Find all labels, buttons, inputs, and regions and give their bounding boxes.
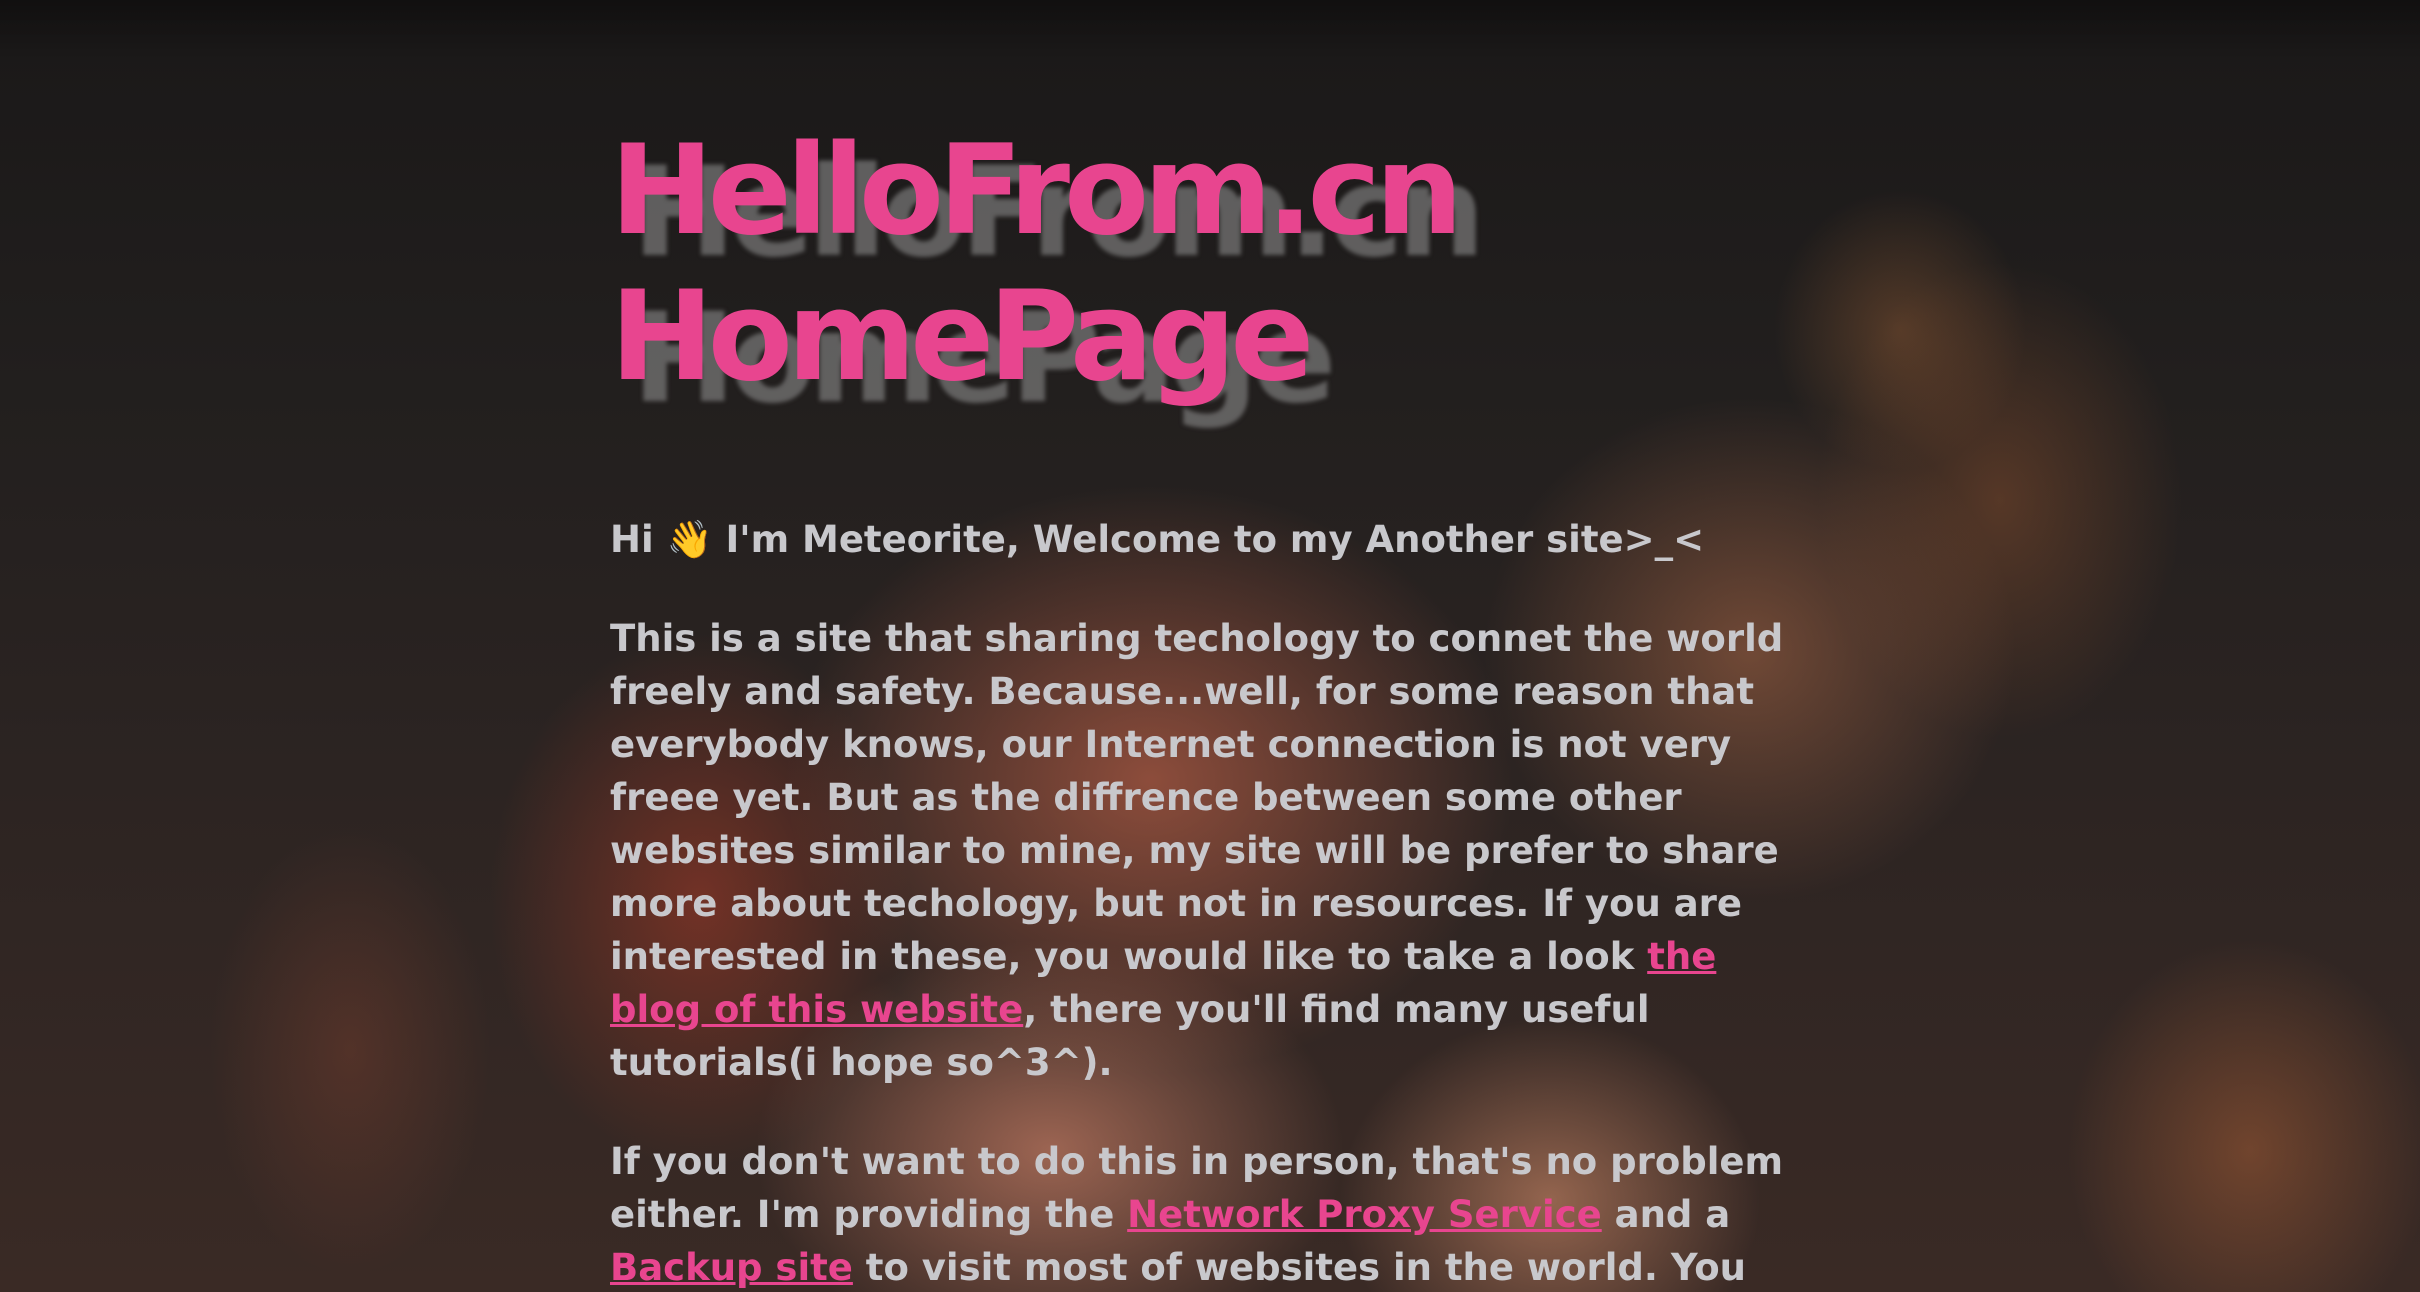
intro-paragraph: This is a site that sharing techology to… <box>610 612 1810 1089</box>
backup-site-link[interactable]: Backup site <box>610 1246 853 1289</box>
services-text-middle: and a <box>1601 1193 1731 1236</box>
intro-text-start: This is a site that sharing techology to… <box>610 617 1784 978</box>
site-title-line2: HomePage <box>610 265 1314 409</box>
top-shade <box>0 0 2420 60</box>
proxy-service-link[interactable]: Network Proxy Service <box>1127 1193 1602 1236</box>
waving-hand-icon: 👋 <box>666 518 713 561</box>
site-title-line1: HelloFrom.cn <box>610 119 1463 263</box>
site-title: HelloFrom.cn HomePage <box>610 118 1810 410</box>
services-paragraph: If you don't want to do this in person, … <box>610 1135 1810 1292</box>
main-content: HelloFrom.cn HomePage Hi 👋 I'm Meteorite… <box>610 118 1810 1292</box>
greeting-end: I'm Meteorite, Welcome to my Another sit… <box>712 518 1705 561</box>
greeting-text: Hi 👋 I'm Meteorite, Welcome to my Anothe… <box>610 514 1810 566</box>
page-background: HelloFrom.cn HomePage Hi 👋 I'm Meteorite… <box>0 0 2420 1292</box>
greeting-start: Hi <box>610 518 667 561</box>
